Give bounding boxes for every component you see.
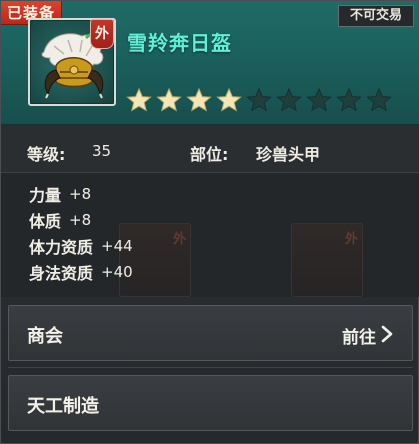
star-filled-icon: [126, 87, 152, 112]
divider: [8, 367, 413, 368]
stat-name: 力量: [29, 186, 62, 205]
stat-name: 体质: [29, 212, 62, 231]
background-card-tag: 外: [344, 232, 358, 247]
level-value: 35: [92, 142, 112, 160]
slot-label: 部位:: [190, 145, 229, 164]
shop-button[interactable]: 商会 前往: [8, 305, 413, 361]
star-empty-icon: [366, 87, 392, 112]
craft-button[interactable]: 天工制造: [8, 375, 413, 431]
star-empty-icon: [336, 87, 362, 112]
star-filled-icon: [216, 87, 242, 112]
stat-name: 身法资质: [29, 264, 94, 283]
stat-row: 体质 +8: [29, 209, 91, 231]
star-empty-icon: [306, 87, 332, 112]
stat-value: +44: [101, 237, 133, 255]
external-slot-tag: 外: [90, 19, 114, 49]
stat-value: +8: [69, 211, 92, 229]
slot-value: 珍兽头甲: [256, 145, 321, 164]
star-empty-icon: [276, 87, 302, 112]
item-header: 已装备 不可交易 外 雪羚奔日盔: [1, 1, 419, 125]
level-label: 等级:: [27, 145, 66, 164]
chevron-right-icon: [381, 325, 393, 343]
star-filled-icon: [186, 87, 212, 112]
item-info-row: 等级: 35 部位: 珍兽头甲: [1, 125, 419, 173]
background-item-card: 外: [291, 223, 363, 297]
item-name: 雪羚奔日盔: [127, 31, 232, 55]
stat-row: 体力资质 +44: [29, 235, 133, 257]
stats-section: 外 外 力量 +8 体质 +8 体力资质 +44 身法资质 +40: [1, 173, 419, 297]
craft-label: 天工制造: [27, 396, 99, 417]
go-to-label: 前往: [342, 328, 376, 348]
star-rating: [125, 87, 393, 113]
stat-row: 力量 +8: [29, 183, 91, 205]
star-empty-icon: [246, 87, 272, 112]
item-tooltip-panel: 已装备 不可交易 外 雪羚奔日盔 等级: 35 部位: 珍兽头甲 外 外 力量 …: [0, 0, 419, 444]
stat-value: +40: [101, 263, 133, 281]
shop-label: 商会: [27, 326, 63, 347]
stat-row: 身法资质 +40: [29, 261, 133, 283]
star-filled-icon: [156, 87, 182, 112]
untradable-badge: 不可交易: [338, 5, 414, 27]
stat-value: +8: [69, 185, 92, 203]
stat-name: 体力资质: [29, 238, 94, 257]
background-card-tag: 外: [172, 232, 186, 247]
